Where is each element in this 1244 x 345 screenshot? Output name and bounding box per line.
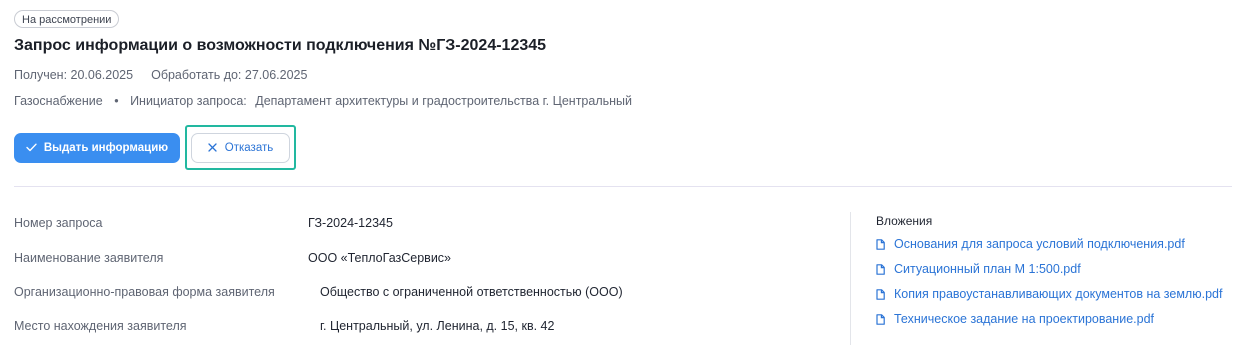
attachment-link[interactable]: Ситуационный план М 1:500.pdf: [876, 262, 1081, 276]
detail-value: ГЗ-2024-12345: [308, 216, 393, 230]
request-meta: Газоснабжение • Инициатор запроса: Депар…: [14, 94, 632, 108]
request-dates: Получен: 20.06.2025 Обработать до: 27.06.…: [14, 68, 307, 82]
attachment-name: Основания для запроса условий подключени…: [894, 237, 1185, 251]
detail-row-legal-form: Организационно-правовая форма заявителя …: [14, 285, 623, 299]
detail-label: Организационно-правовая форма заявителя: [14, 285, 275, 299]
file-icon: [876, 288, 885, 300]
detail-label: Наименование заявителя: [14, 251, 164, 265]
reject-label: Отказать: [224, 142, 274, 154]
detail-row-applicant-location: Место нахождения заявителя г. Центральны…: [14, 319, 554, 333]
page-title: Запрос информации о возможности подключе…: [14, 37, 547, 54]
detail-row-applicant-name: Наименование заявителя ООО «ТеплоГазСерв…: [14, 251, 451, 265]
issue-info-button[interactable]: Выдать информацию: [14, 133, 180, 163]
close-icon: [208, 141, 217, 155]
received-date: Получен: 20.06.2025: [14, 68, 134, 82]
section-divider: [14, 186, 1232, 187]
file-icon: [876, 313, 885, 325]
file-icon: [876, 263, 885, 275]
detail-value: г. Центральный, ул. Ленина, д. 15, кв. 4…: [320, 319, 555, 333]
detail-label: Номер запроса: [14, 216, 103, 230]
status-badge: На рассмотрении: [14, 10, 120, 28]
attachments-title: Вложения: [876, 214, 933, 228]
attachment-link[interactable]: Копия правоустанавливающих документов на…: [876, 287, 1222, 301]
initiator-label: Инициатор запроса:: [130, 94, 247, 108]
attachment-name: Ситуационный план М 1:500.pdf: [894, 262, 1081, 276]
detail-value: ООО «ТеплоГазСервис»: [308, 251, 451, 265]
initiator-value: Департамент архитектуры и градостроитель…: [255, 94, 632, 108]
meta-separator: •: [114, 94, 119, 108]
attachment-name: Техническое задание на проектирование.pd…: [894, 312, 1154, 326]
issue-info-label: Выдать информацию: [43, 142, 169, 154]
deadline-date: Обработать до: 27.06.2025: [151, 68, 308, 82]
attachment-link[interactable]: Основания для запроса условий подключени…: [876, 237, 1185, 251]
detail-row-request-number: Номер запроса ГЗ-2024-12345: [14, 216, 393, 230]
detail-label: Место нахождения заявителя: [14, 319, 187, 333]
attachment-name: Копия правоустанавливающих документов на…: [894, 287, 1223, 301]
reject-button[interactable]: Отказать: [191, 133, 290, 163]
check-icon: [26, 141, 37, 155]
column-divider: [850, 212, 851, 345]
file-icon: [876, 238, 885, 250]
service-type: Газоснабжение: [14, 94, 103, 108]
detail-value: Общество с ограниченной ответственностью…: [320, 285, 623, 299]
attachment-link[interactable]: Техническое задание на проектирование.pd…: [876, 312, 1154, 326]
